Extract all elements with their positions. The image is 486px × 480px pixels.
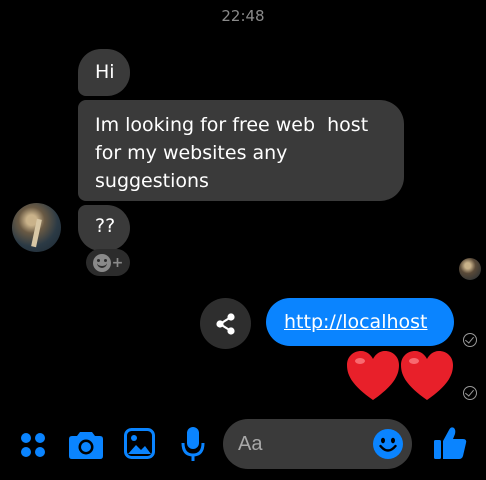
- camera-icon[interactable]: [69, 429, 103, 459]
- smiley-icon[interactable]: [373, 429, 403, 459]
- seen-avatar: [459, 258, 481, 280]
- four-dots-icon[interactable]: [20, 432, 46, 458]
- message-bubble[interactable]: Im looking for free web host for my webs…: [78, 100, 404, 201]
- heart-emoji-message[interactable]: [345, 350, 455, 402]
- share-icon: [215, 312, 235, 335]
- heart-icon: [401, 351, 453, 400]
- check-circle-icon: [463, 333, 477, 347]
- share-button[interactable]: [200, 298, 251, 349]
- check-circle-icon: [463, 386, 477, 400]
- add-reaction-button[interactable]: +: [86, 249, 130, 276]
- plus-icon: +: [111, 254, 124, 271]
- timestamp: 22:48: [221, 7, 265, 25]
- microphone-icon[interactable]: [181, 427, 205, 462]
- message-composer[interactable]: [223, 419, 412, 469]
- sender-avatar[interactable]: [12, 203, 61, 252]
- message-bubble[interactable]: Hi: [78, 49, 130, 96]
- heart-icon: [347, 351, 399, 400]
- message-bubble[interactable]: ??: [78, 205, 130, 251]
- image-icon[interactable]: [124, 428, 155, 459]
- thumbs-up-icon[interactable]: [433, 426, 467, 460]
- add-reaction-icon: [92, 253, 111, 272]
- link-message[interactable]: http://localhost: [266, 298, 454, 346]
- message-input[interactable]: [238, 431, 358, 457]
